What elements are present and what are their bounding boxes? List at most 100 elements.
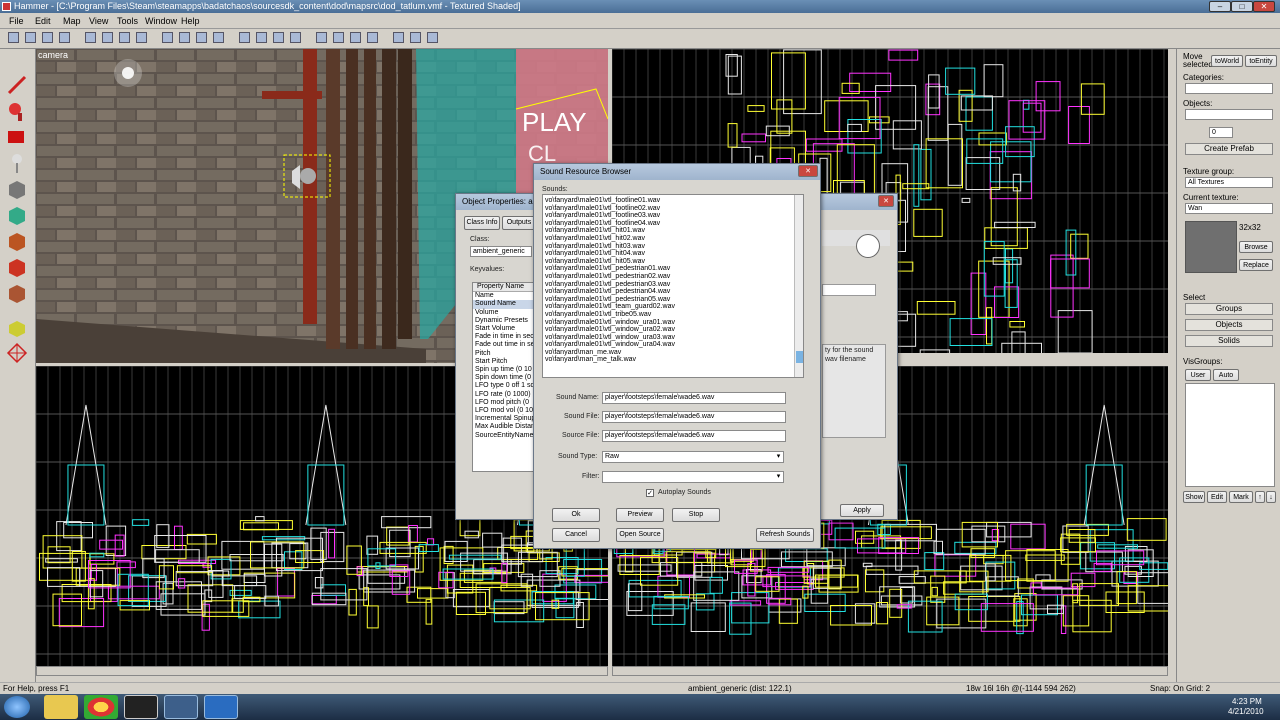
move-up-icon[interactable]: ↑ — [1255, 491, 1265, 503]
sound-list-item[interactable]: vo\fanyard\male01\vtl_pedestrian01.wav — [543, 265, 803, 273]
undo-icon[interactable] — [119, 32, 130, 43]
select-group-icon[interactable] — [162, 32, 173, 43]
sound-list-item[interactable]: vo\fanyard\male01\vtl_hit04.wav — [543, 250, 803, 258]
keyvalue-row[interactable]: LFO type 0 off 1 sq — [473, 382, 534, 390]
sound-type-select[interactable]: Raw — [602, 451, 784, 463]
new-icon[interactable] — [8, 32, 19, 43]
sound-list-item[interactable]: vo\fanyard\male01\vtl_pedestrian02.wav — [543, 273, 803, 281]
sound-list-item[interactable]: vo\fanyard\male01\vtl_hit01.wav — [543, 227, 803, 235]
vertex-tool-icon[interactable] — [5, 341, 29, 365]
side-scrollbar[interactable] — [612, 666, 1168, 676]
sound-list-item[interactable]: vo\fanyard\man_me_talk.wav — [543, 356, 803, 364]
keyvalue-row[interactable]: LFO rate (0 1000) — [473, 391, 533, 399]
apply-texture-icon[interactable] — [5, 229, 29, 253]
sound-list-item[interactable]: vo\fanyard\male01\vtl_pedestrian03.wav — [543, 281, 803, 289]
objects-select[interactable] — [1185, 109, 1273, 120]
block-tool-icon[interactable] — [5, 177, 29, 201]
keyvalue-row[interactable]: Sound Name — [473, 300, 533, 309]
sound-list-item[interactable]: vo\fanyard\male01\vtl_footline03.wav — [543, 212, 803, 220]
cancel-button[interactable]: Cancel — [552, 528, 600, 542]
keyvalue-row[interactable]: Dynamic Presets — [473, 317, 533, 325]
sound-list-item[interactable]: vo\fanyard\male01\vtl_hit05.wav — [543, 258, 803, 266]
autoplay-checkbox[interactable]: ✓ — [646, 489, 654, 497]
to-entity-button[interactable]: toEntity — [1245, 55, 1277, 67]
sound-list-item[interactable]: vo\fanyard\male01\vtl_window_ura04.wav — [543, 341, 803, 349]
keyvalue-row[interactable]: Spin up time (0 10 — [473, 366, 533, 374]
objects-button[interactable]: Objects — [1185, 319, 1273, 331]
keyvalue-row[interactable]: Pitch — [473, 350, 533, 358]
filter-chevron-down-icon[interactable]: ▾ — [774, 472, 783, 482]
group-icon[interactable] — [256, 32, 267, 43]
cordon-icon[interactable] — [333, 32, 344, 43]
decal-tool-icon[interactable] — [5, 255, 29, 279]
sound-list-item[interactable]: vo\fanyard\male01\vtl_pedestrian05.wav — [543, 296, 803, 304]
menu-tools[interactable]: Tools — [114, 14, 141, 28]
sound-list-item[interactable]: vo\fanyard\man_me.wav — [543, 349, 803, 357]
entity-tool-icon[interactable] — [5, 151, 29, 175]
sound-list-item[interactable]: vo\fanyard\male01\vtl_window_ura02.wav — [543, 326, 803, 334]
browse-button[interactable]: Browse — [1239, 241, 1273, 253]
hollow-icon[interactable] — [239, 32, 250, 43]
edit-button[interactable]: Edit — [1207, 491, 1227, 503]
menu-window[interactable]: Window — [142, 14, 180, 28]
sound-list-item[interactable]: vo\fanyard\male01\vtl_tribe05.wav — [543, 311, 803, 319]
magnify-tool-icon[interactable] — [5, 99, 29, 123]
keyvalue-row[interactable]: SourceEntityName — [473, 432, 533, 440]
sound-list-item[interactable]: vo\fanyard\male01\vtl_window_ura03.wav — [543, 334, 803, 342]
keyvalue-row[interactable]: Fade out time in sec — [473, 341, 538, 349]
sound-list-item[interactable]: vo\fanyard\male01\vtl_window_ura01.wav — [543, 319, 803, 327]
sound-list-item[interactable]: vo\fanyard\male01\vtl_hit02.wav — [543, 235, 803, 243]
menu-help[interactable]: Help — [178, 14, 203, 28]
tab-outputs[interactable]: Outputs — [502, 216, 536, 230]
keyvalue-row[interactable]: LFO mod pitch (0 — [473, 399, 533, 407]
paste-icon[interactable] — [102, 32, 113, 43]
show-button[interactable]: Show — [1183, 491, 1205, 503]
mark-button[interactable]: Mark — [1229, 491, 1253, 503]
sound-list-item[interactable]: vo\fanyard\male01\vtl_pedestrian04.wav — [543, 288, 803, 296]
keyvalue-row[interactable]: Spin down time (0 — [473, 374, 533, 382]
camera-tool-icon[interactable] — [5, 125, 29, 149]
stop-button[interactable]: Stop — [672, 508, 720, 522]
filter-select[interactable] — [602, 471, 784, 483]
solids-button[interactable]: Solids — [1185, 335, 1273, 347]
sound-list-item[interactable]: vo\fanyard\male01\vtl_footline04.wav — [543, 220, 803, 228]
overlay-tool-icon[interactable] — [5, 281, 29, 305]
class-select[interactable]: ambient_generic — [470, 246, 532, 257]
minimize-button[interactable]: – — [1209, 1, 1231, 12]
categories-select[interactable] — [1185, 83, 1273, 94]
texture-tool-icon[interactable] — [5, 203, 29, 227]
grid-icon[interactable] — [196, 32, 207, 43]
sounds-list[interactable]: vo\fanyard\male01\vtl_footline01.wav vo\f… — [542, 194, 804, 378]
app-taskbar-icon[interactable] — [204, 695, 238, 719]
redo-icon[interactable] — [136, 32, 147, 43]
sound-name-field[interactable]: player\footsteps\female\wade6.wav — [602, 392, 786, 404]
copy-icon[interactable] — [85, 32, 96, 43]
texture-group-select[interactable]: All Textures — [1185, 177, 1273, 188]
tab-auto[interactable]: Auto — [1213, 369, 1239, 381]
show-icon[interactable] — [316, 32, 327, 43]
keyvalue-row[interactable]: Fade in time in sec — [473, 333, 534, 341]
open-source-button[interactable]: Open Source — [616, 528, 664, 542]
hammer-taskbar-icon[interactable] — [124, 695, 158, 719]
move-down-icon[interactable]: ↓ — [1266, 491, 1276, 503]
ok-button[interactable]: Ok — [552, 508, 600, 522]
current-texture-select[interactable]: Wan — [1185, 203, 1273, 214]
sound-browser-close-button[interactable]: ✕ — [798, 165, 818, 177]
close-button[interactable]: ✕ — [1253, 1, 1275, 12]
keyvalue-row[interactable]: Start Volume — [473, 325, 533, 333]
menu-map[interactable]: Map — [60, 14, 84, 28]
keyvalue-row[interactable]: Volume — [473, 309, 533, 317]
replace-button[interactable]: Replace — [1239, 259, 1273, 271]
selection-tool-icon[interactable] — [5, 73, 29, 97]
menu-view[interactable]: View — [86, 14, 111, 28]
compile-icon[interactable] — [393, 32, 404, 43]
explorer-taskbar-icon[interactable] — [44, 695, 78, 719]
sound-file-field[interactable]: player\footsteps\female\wade6.wav — [602, 411, 786, 423]
sound-list-item[interactable]: vo\fanyard\male01\vtl_team_guard02.wav — [543, 303, 803, 311]
sound-type-chevron-down-icon[interactable]: ▾ — [774, 452, 783, 462]
sound-list-item[interactable]: vo\fanyard\male01\vtl_footline01.wav — [543, 197, 803, 205]
keyvalue-row[interactable]: Max Audible Distance — [473, 423, 542, 431]
sphere-icon[interactable] — [410, 32, 421, 43]
object-properties-close-button[interactable]: ✕ — [878, 195, 894, 207]
apply-button[interactable]: Apply — [840, 504, 884, 517]
